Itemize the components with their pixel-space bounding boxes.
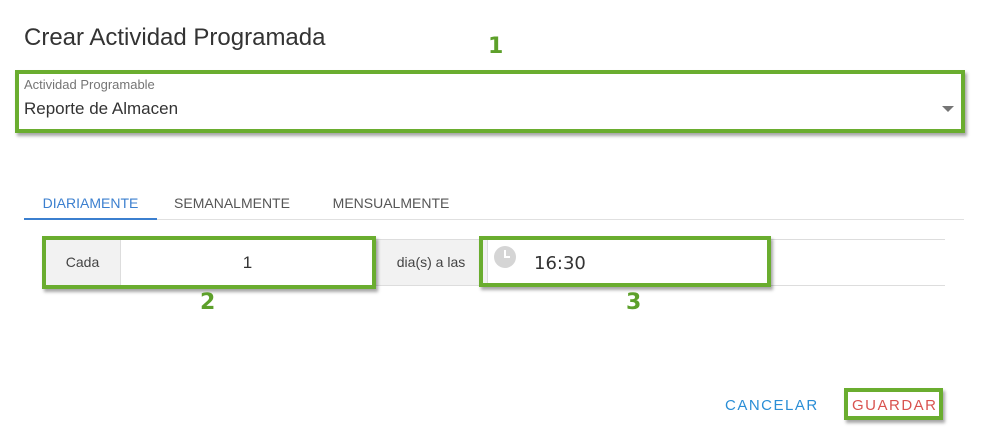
annotation-number-2: 2 (200, 290, 216, 315)
every-label: Cada (45, 240, 121, 285)
activity-select-label: Actividad Programable (24, 77, 155, 92)
cancel-button[interactable]: CANCELAR (725, 394, 819, 416)
annotation-number-3: 3 (626, 290, 642, 315)
tab-diariamente[interactable]: DIARIAMENTE (24, 188, 157, 220)
annotation-number-1: 1 (488, 34, 504, 59)
tab-mensualmente[interactable]: MENSUALMENTE (322, 188, 460, 220)
frequency-tabs: DIARIAMENTE SEMANALMENTE MENSUALMENTE (24, 188, 964, 220)
activity-select-value: Reporte de Almacen (24, 99, 179, 118)
dialog-title: Crear Actividad Programada (24, 24, 326, 51)
time-value: 16:30 (534, 253, 586, 274)
schedule-row: Cada dia(s) a las 16:30 (44, 239, 945, 286)
tab-semanalmente[interactable]: SEMANALMENTE (164, 188, 300, 220)
activity-select[interactable]: Actividad Programable Reporte de Almacen (24, 74, 964, 130)
time-input[interactable]: 16:30 (487, 240, 945, 285)
clock-icon[interactable] (494, 246, 516, 268)
dropdown-arrow-icon[interactable] (942, 106, 954, 112)
every-days-input[interactable] (122, 240, 374, 285)
days-at-label: dia(s) a las (375, 240, 487, 285)
save-button[interactable]: GUARDAR (852, 394, 938, 416)
